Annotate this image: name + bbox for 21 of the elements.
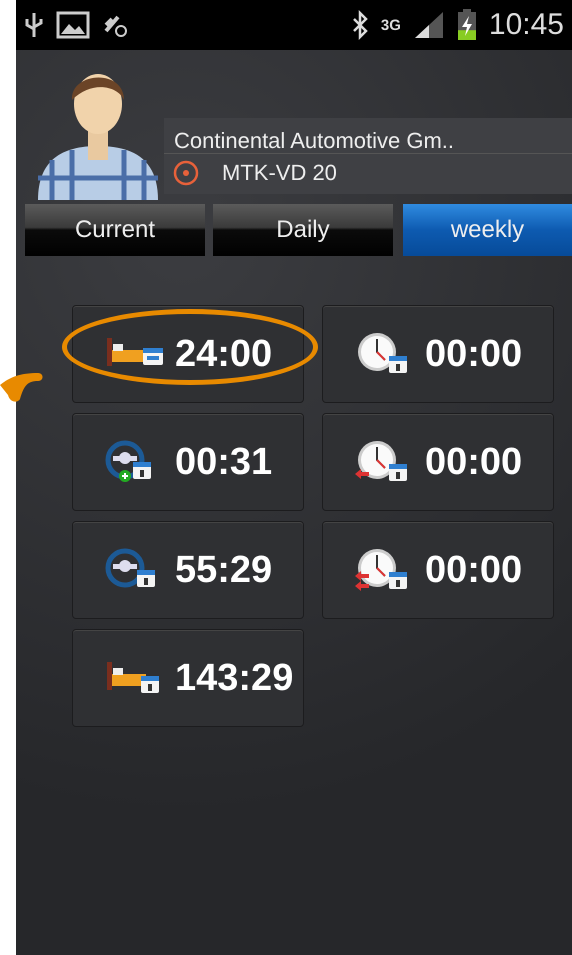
usb-icon <box>24 11 44 39</box>
duration-value: 24:00 <box>175 332 272 376</box>
duration-value: 00:00 <box>425 440 522 484</box>
battery-icon <box>456 9 477 41</box>
bluetooth-icon <box>350 10 369 40</box>
company-name: Continental Automotive Gm.. <box>164 118 572 154</box>
duration-value: 00:31 <box>175 440 272 484</box>
network-type: 3G <box>380 18 401 32</box>
vehicle-name: MTK-VD 20 <box>222 160 337 186</box>
duration-value: 00:00 <box>425 332 522 376</box>
annotation-arrow <box>0 371 44 403</box>
target-icon <box>172 159 200 187</box>
duration-value: 55:29 <box>175 548 272 592</box>
duration-value: 143:29 <box>175 656 294 700</box>
duration-value: 00:00 <box>425 548 522 592</box>
image-icon <box>56 11 90 39</box>
clock-time: 10:45 <box>488 8 564 42</box>
tab[interactable]: Current <box>25 204 205 256</box>
tab[interactable]: weekly <box>402 204 572 256</box>
tab[interactable]: Daily <box>212 204 393 256</box>
signal-icon <box>412 10 445 40</box>
